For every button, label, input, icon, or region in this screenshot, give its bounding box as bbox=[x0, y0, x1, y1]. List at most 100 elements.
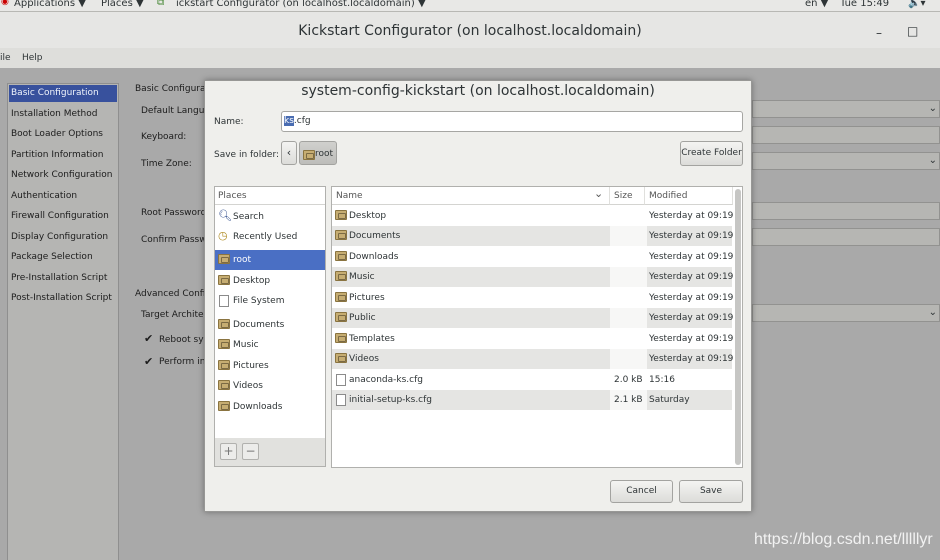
sidebar-item-authentication[interactable]: Authentication bbox=[11, 191, 77, 201]
keyboard-select[interactable] bbox=[752, 126, 940, 144]
menubar: ile Help bbox=[0, 48, 940, 68]
file-size: 2.1 kB bbox=[614, 395, 643, 405]
file-row[interactable]: Music Yesterday at 09:19 bbox=[332, 267, 734, 287]
file-row[interactable]: anaconda-ks.cfg 2.0 kB 15:16 bbox=[332, 370, 732, 390]
save-button[interactable]: Save bbox=[679, 480, 743, 503]
places-item-label: File System bbox=[233, 296, 285, 306]
menu-file[interactable]: ile bbox=[0, 53, 11, 63]
file-row[interactable]: Public Yesterday at 09:19 bbox=[332, 308, 733, 328]
default-language-label: Default Langua bbox=[141, 106, 210, 116]
active-app-menu[interactable]: ickstart Configurator (on localhost.loca… bbox=[176, 0, 426, 9]
section-basic-heading: Basic Configurat bbox=[135, 84, 210, 94]
column-header-name[interactable]: Name ⌄ bbox=[332, 187, 610, 205]
places-item-music[interactable]: Music bbox=[215, 335, 325, 355]
add-bookmark-button[interactable]: + bbox=[220, 443, 237, 460]
create-folder-button[interactable]: Create Folder bbox=[680, 141, 743, 166]
filename-selected-text: ks bbox=[284, 116, 294, 126]
file-modified: Yesterday at 09:19 bbox=[649, 334, 734, 344]
filename-input[interactable]: ks.cfg bbox=[281, 111, 743, 132]
file-name: Templates bbox=[349, 334, 395, 344]
confirm-password-field[interactable] bbox=[752, 228, 940, 246]
clock[interactable]: Tue 15:49 bbox=[840, 0, 889, 9]
breadcrumb-root-button[interactable]: root bbox=[299, 141, 337, 165]
default-language-select[interactable]: ⌄ bbox=[752, 100, 940, 118]
home-folder-icon bbox=[218, 254, 230, 264]
places-pane: Places 🔍︎ Search ◷ Recently Used root Desk… bbox=[214, 186, 326, 467]
maximize-button[interactable]: □ bbox=[907, 24, 918, 38]
column-header-modified[interactable]: Modified bbox=[645, 187, 733, 205]
folder-icon bbox=[335, 333, 347, 343]
reboot-checkbox[interactable]: ✔ bbox=[144, 332, 153, 345]
sidebar-item-display[interactable]: Display Configuration bbox=[11, 232, 108, 242]
file-icon bbox=[336, 394, 346, 406]
file-row[interactable]: initial-setup-ks.cfg 2.1 kB Saturday bbox=[332, 390, 732, 410]
menu-help[interactable]: Help bbox=[22, 53, 43, 63]
places-item-file-system[interactable]: File System bbox=[215, 291, 325, 311]
window-title: Kickstart Configurator (on localhost.loc… bbox=[298, 23, 642, 39]
perform-install-checkbox[interactable]: ✔ bbox=[144, 355, 153, 368]
places-item-label: Desktop bbox=[233, 276, 271, 286]
folder-icon bbox=[218, 380, 230, 390]
reboot-label: Reboot sys bbox=[159, 335, 209, 345]
language-indicator[interactable]: en ▼ bbox=[805, 0, 828, 9]
folder-icon bbox=[335, 271, 347, 281]
places-item-label: root bbox=[233, 255, 252, 265]
file-row[interactable]: Documents Yesterday at 09:19 bbox=[332, 226, 733, 246]
top-panel: ◉ Applications ▼ Places ▼ ⧉ ickstart Con… bbox=[0, 0, 940, 12]
minimize-button[interactable]: – bbox=[876, 26, 882, 40]
places-item-pictures[interactable]: Pictures bbox=[215, 356, 325, 376]
places-item-videos[interactable]: Videos bbox=[215, 376, 325, 396]
size-cell bbox=[610, 206, 647, 226]
sidebar-item-installation-method[interactable]: Installation Method bbox=[11, 109, 97, 119]
sidebar-item-basic-configuration[interactable]: Basic Configuration bbox=[9, 85, 117, 102]
sidebar-item-network[interactable]: Network Configuration bbox=[11, 170, 112, 180]
folder-icon bbox=[218, 339, 230, 349]
places-item-label: Videos bbox=[233, 381, 263, 391]
sidebar-item-firewall[interactable]: Firewall Configuration bbox=[11, 211, 109, 221]
size-cell bbox=[610, 267, 647, 287]
sidebar-item-post-install[interactable]: Post-Installation Script bbox=[11, 293, 112, 303]
file-row[interactable]: Templates Yesterday at 09:19 bbox=[332, 329, 734, 349]
size-cell bbox=[610, 349, 647, 369]
places-item-root[interactable]: root bbox=[215, 250, 325, 270]
file-row[interactable]: Pictures Yesterday at 09:19 bbox=[332, 288, 734, 308]
file-list: Name ⌄ Size Modified Desktop Yesterday at … bbox=[331, 186, 743, 468]
sidebar-item-pre-install[interactable]: Pre-Installation Script bbox=[11, 273, 107, 283]
places-item-desktop[interactable]: Desktop bbox=[215, 271, 325, 291]
places-item-downloads[interactable]: Downloads bbox=[215, 397, 325, 417]
remove-bookmark-button[interactable]: − bbox=[242, 443, 259, 460]
applications-menu[interactable]: Applications ▼ bbox=[14, 0, 86, 9]
timezone-select[interactable]: ⌄ bbox=[752, 152, 940, 170]
file-row[interactable]: Desktop Yesterday at 09:19 bbox=[332, 206, 733, 226]
folder-icon bbox=[218, 319, 230, 329]
target-arch-select[interactable]: ⌄ bbox=[752, 304, 940, 322]
file-list-scrollbar[interactable] bbox=[735, 189, 741, 465]
window-app-icon: ⧉ bbox=[157, 0, 165, 8]
places-menu[interactable]: Places ▼ bbox=[101, 0, 144, 9]
sidebar-item-boot-loader[interactable]: Boot Loader Options bbox=[11, 129, 103, 139]
places-header: Places bbox=[215, 187, 325, 205]
root-password-field[interactable] bbox=[752, 202, 940, 220]
file-modified: Yesterday at 09:19 bbox=[649, 272, 734, 282]
sidebar-item-package[interactable]: Package Selection bbox=[11, 252, 93, 262]
file-row[interactable]: Downloads Yesterday at 09:19 bbox=[332, 247, 733, 267]
folder-icon bbox=[335, 230, 347, 240]
file-size: 2.0 kB bbox=[614, 375, 643, 385]
file-modified: Yesterday at 09:19 bbox=[649, 293, 734, 303]
speaker-icon[interactable]: 🔈▾ bbox=[908, 0, 925, 9]
target-arch-label: Target Architect bbox=[141, 310, 213, 320]
places-item-label: Search bbox=[233, 212, 264, 222]
column-name-label: Name bbox=[336, 191, 363, 201]
window-titlebar: Kickstart Configurator (on localhost.loc… bbox=[0, 12, 940, 52]
folder-icon bbox=[218, 360, 230, 370]
column-header-size[interactable]: Size bbox=[610, 187, 645, 205]
sidebar-item-partition[interactable]: Partition Information bbox=[11, 150, 103, 160]
places-item-search[interactable]: 🔍︎ Search bbox=[215, 207, 325, 227]
places-item-documents[interactable]: Documents bbox=[215, 315, 325, 335]
cancel-button[interactable]: Cancel bbox=[610, 480, 673, 503]
folder-icon bbox=[335, 292, 347, 302]
places-item-recently-used[interactable]: ◷ Recently Used bbox=[215, 227, 325, 247]
breadcrumb-back-button[interactable]: ‹ bbox=[281, 141, 297, 165]
chevron-down-icon: ⌄ bbox=[928, 103, 937, 114]
file-row[interactable]: Videos Yesterday at 09:19 bbox=[332, 349, 733, 369]
